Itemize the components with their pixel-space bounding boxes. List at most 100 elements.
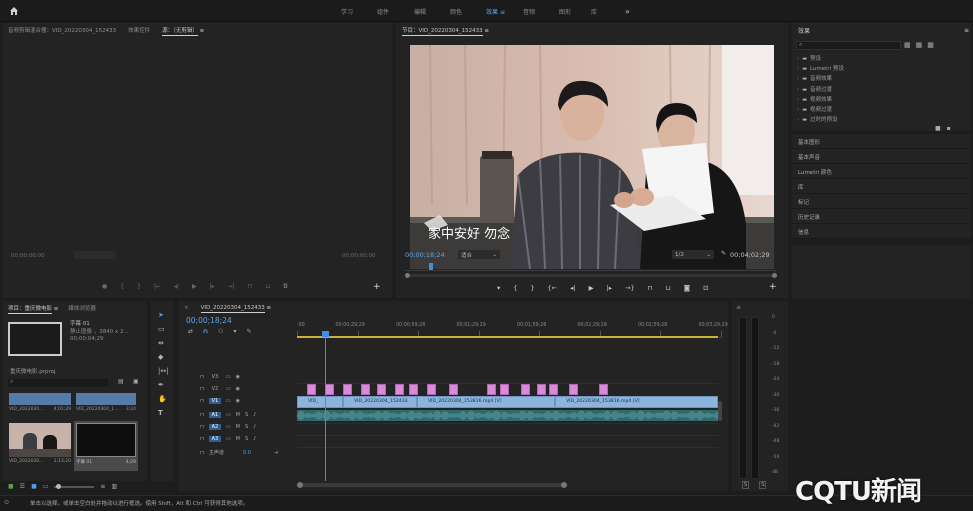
mark-out-icon[interactable]: } [530,284,534,292]
timeline-timecode[interactable]: 00;00;18;24 [186,316,232,325]
freeform-view-icon[interactable]: ▭ [43,483,49,490]
sync-lock-icon[interactable]: ▭ [226,412,231,418]
close-tab-icon[interactable]: × [184,305,189,311]
hand-tool-icon[interactable]: ✋ [158,395,169,403]
lock-icon[interactable]: ⊓ [200,386,204,392]
sync-lock-icon[interactable]: ▭ [226,374,231,380]
lock-icon[interactable]: ■ [8,483,14,490]
track-label[interactable]: A1 [208,411,221,418]
lock-icon[interactable]: ⊓ [200,450,204,456]
add-marker-icon[interactable]: ▾ [233,328,236,335]
new-folder-icon[interactable]: ■ [935,125,941,132]
yuv-effects-icon[interactable]: ▦ [927,41,934,49]
track-header[interactable]: ⊓ A1 ▭ M S ♪ [200,409,295,420]
effects-tree-item[interactable]: › ▬ 过时的预设 [797,115,844,125]
add-button-icon[interactable]: + [373,282,381,292]
panel-section-header[interactable]: 标记 [792,194,971,209]
track-header[interactable]: ⊓ A2 ▭ M S ♪ [200,421,295,432]
video-clip[interactable]: VID_20220304_153816.mp4 [V] [417,396,555,408]
automate-icon[interactable]: ▥ [111,483,117,490]
project-thumbnail[interactable]: VID_20220304_1... 3;24 [76,393,136,415]
track-label[interactable]: V2 [209,386,221,392]
step-back-icon[interactable]: ◂| [174,283,179,290]
delete-icon[interactable]: ▪ [947,125,951,132]
workspace-tab-audio[interactable]: 音频 [523,7,559,16]
eye-icon[interactable]: ◉ [236,374,240,380]
button-editor-icon[interactable]: ⊡ [703,284,708,292]
track-header[interactable]: ⊓ V3 ▭ ◉ [200,371,295,382]
overwrite-icon[interactable]: ⊔ [265,283,270,290]
track-header[interactable]: ⊓ V1 ▭ ◉ [200,395,295,406]
graphic-clip[interactable] [500,384,509,395]
video-clip[interactable]: VID_20220304_152433 [343,396,417,408]
graphic-clip[interactable] [427,384,436,395]
graphic-clip[interactable] [307,384,316,395]
export-frame-icon[interactable]: ◘ [283,283,288,290]
go-to-in-icon[interactable]: |← [154,283,161,290]
timeline-tracks-area[interactable]: VID_ VID_20220304_152433 VID_20220304_1538… [297,331,718,481]
chevron-right-icon[interactable]: › [797,85,799,95]
sync-lock-icon[interactable]: ▭ [226,436,231,442]
timeline-vertical-scrollbar[interactable] [718,401,722,421]
panel-section-header[interactable]: Lumetri 颜色 [792,164,971,179]
workspace-tab-learn[interactable]: 学习 [341,7,377,16]
list-view-icon[interactable]: ☰ [20,483,25,490]
sort-icon[interactable]: ≡ [100,483,105,490]
effects-tree-item[interactable]: › ▬ 音频效果 [797,74,844,84]
workspace-tab-effects[interactable]: 效果 ≡ [486,7,523,16]
lock-icon[interactable]: ⊓ [200,424,204,430]
chevron-right-icon[interactable]: › [797,95,799,105]
panel-section-header[interactable]: 库 [792,179,971,194]
sync-lock-icon[interactable]: ▭ [226,398,231,404]
step-back-icon[interactable]: ◂| [570,284,575,292]
add-marker-icon[interactable]: ● [102,283,107,290]
tab-program[interactable]: 节目：VID_20220304_152433 ≡ [402,26,489,36]
workspace-tab-editing[interactable]: 编辑 [414,7,450,16]
insert-icon[interactable]: ⊓ [248,283,253,290]
program-resolution-dropdown[interactable]: 1/2 ⌄ [672,250,714,259]
eye-icon[interactable]: ◉ [236,398,240,404]
graphic-clip[interactable] [325,384,334,395]
solo-left-button[interactable]: S [742,481,750,489]
graphic-clip[interactable] [569,384,578,395]
mute-button[interactable]: M [236,424,240,430]
graphic-clip[interactable] [377,384,386,395]
track-label[interactable]: V3 [209,374,221,380]
program-playhead[interactable] [429,263,433,270]
chevron-right-icon[interactable]: › [797,115,799,125]
mute-button[interactable]: M [236,436,240,442]
go-to-in-icon[interactable]: {← [548,284,558,292]
add-marker-icon[interactable]: ▾ [497,284,500,292]
timeline-settings-icon[interactable]: ✎ [246,328,251,335]
panel-section-header[interactable]: 历史记录 [792,209,971,224]
program-current-timecode[interactable]: 00;00;18;24 [405,251,445,259]
program-zoom-scrollbar[interactable] [405,273,777,278]
track-header[interactable]: ⊓ A3 ▭ M S ♪ [200,433,295,444]
mark-in-icon[interactable]: { [513,284,517,292]
slip-tool-icon[interactable]: |↔| [158,367,169,375]
project-search-input[interactable]: ⌕ [8,378,108,387]
pen-tool-icon[interactable]: ✒ [158,381,169,389]
graphic-clip[interactable] [537,384,546,395]
chevron-right-icon[interactable]: › [797,74,799,84]
graphic-clip[interactable] [521,384,530,395]
tab-media-browser[interactable]: 媒体浏览器 [68,304,96,312]
microphone-icon[interactable]: ♪ [253,436,256,442]
effects-tree-item[interactable]: › ▬ 视频过渡 [797,105,844,115]
graphic-clip[interactable] [487,384,496,395]
timeline-playhead[interactable] [322,331,329,481]
tab-source[interactable]: 源：（无剪辑） ≡ [162,26,204,36]
video-clip[interactable]: VID_20220304_153816.mp4 [V] [555,396,718,408]
snap-icon[interactable]: ⋒ [203,328,208,335]
track-label[interactable]: V1 [208,397,221,404]
go-to-out-icon[interactable]: →| [228,283,235,290]
panel-section-header[interactable]: 基本图形 [792,134,971,149]
mute-button[interactable]: M [236,412,240,418]
bin-icon[interactable]: ▤ [118,378,124,385]
project-thumbnail-selected[interactable]: 字幕 01 4;29 [74,421,138,471]
effects-search-input[interactable]: ⌕ [796,41,901,50]
tab-sequence[interactable]: VID_20220304_152433 ≡ [200,304,271,313]
panel-section-header[interactable]: 基本声音 [792,149,971,164]
play-icon[interactable]: ▶ [192,283,197,290]
video-clip[interactable]: VID_ [297,396,343,408]
